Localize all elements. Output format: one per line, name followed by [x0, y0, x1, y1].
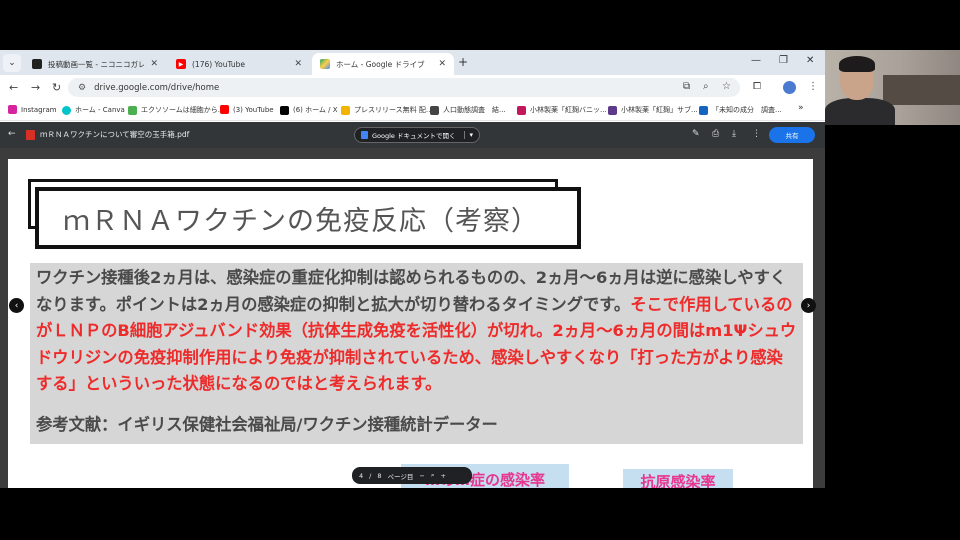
new-tab-button[interactable]: +: [458, 55, 468, 69]
bookmark-item[interactable]: 「未知の成分 調査...: [699, 105, 782, 115]
bookmark-item[interactable]: 小林製薬「紅麹バニッ...: [517, 105, 607, 115]
bookmark-item[interactable]: (3) YouTube: [220, 105, 274, 114]
instagram-icon: [8, 105, 17, 114]
extensions-icon[interactable]: ⧠: [753, 81, 761, 92]
profile-avatar[interactable]: [783, 81, 796, 94]
tab-title: 投稿動画一覧 - ニコニコガレージ: [48, 59, 145, 69]
zoom-out-icon[interactable]: −: [419, 472, 424, 480]
window-close-icon[interactable]: ✕: [806, 55, 814, 66]
forward-icon[interactable]: →: [31, 81, 40, 94]
body-text-box: ワクチン接種後2ヵ月は、感染症の重症化抑制は認められるものの、2ヵ月〜6ヵ月は逆…: [30, 263, 803, 444]
site-icon: [608, 105, 617, 115]
total-pages: 8: [377, 471, 382, 480]
google-drive-icon: [320, 59, 330, 69]
restore-icon[interactable]: ❐: [779, 55, 788, 66]
more-options-icon[interactable]: ⋮: [752, 129, 761, 139]
pdf-viewer: ← ｍＲＮＡワクチンについて審空の玉手箱.pdf Google ドキュメントで開…: [0, 122, 825, 488]
share-button[interactable]: 共有: [769, 127, 815, 143]
chevron-down-icon[interactable]: ▾: [463, 131, 473, 139]
site-icon: [430, 105, 439, 115]
canva-icon: [62, 105, 71, 115]
bookmark-item[interactable]: エクソソームは細胞から...: [128, 105, 224, 115]
youtube-icon: [220, 105, 229, 114]
site-icon: [517, 105, 526, 115]
bookmark-item[interactable]: プレスリリース無料 配...: [341, 105, 433, 115]
address-bar[interactable]: ⚙ drive.google.com/drive/home: [68, 78, 740, 97]
tab-search-button[interactable]: ⌄: [3, 54, 21, 72]
webcam-overlay: [825, 50, 960, 125]
tab-google-drive[interactable]: ホーム - Google ドライブ ✕: [312, 53, 454, 75]
page-label: ページ目: [387, 472, 414, 481]
tab-strip: ⌄ 投稿動画一覧 - ニコニコガレージ ✕ ▶ (176) YouTube ✕ …: [0, 50, 825, 75]
google-docs-icon: [361, 131, 368, 139]
toolbar: ← → ↻ ⚙ drive.google.com/drive/home ⧉ ⌕ …: [0, 75, 825, 100]
screen: ⌄ 投稿動画一覧 - ニコニコガレージ ✕ ▶ (176) YouTube ✕ …: [0, 0, 960, 540]
back-icon[interactable]: ←: [9, 81, 18, 94]
bookmark-item[interactable]: (6) ホーム / X: [280, 105, 338, 115]
slide-title: ｍＲＮＡワクチンの免疫反応（考察）: [63, 205, 539, 237]
install-app-icon[interactable]: ⧉: [683, 81, 690, 92]
add-comment-icon[interactable]: ✎: [692, 129, 700, 139]
site-icon: [699, 105, 708, 115]
reload-icon[interactable]: ↻: [52, 81, 61, 94]
back-icon[interactable]: ←: [8, 129, 16, 139]
zoom-in-icon[interactable]: +: [440, 472, 445, 480]
page-controls: 4 / 8 ページ目 − ⌕ +: [352, 467, 472, 484]
bookmark-star-icon[interactable]: ☆: [722, 81, 731, 92]
site-icon: [341, 105, 350, 115]
x-icon: [280, 105, 289, 115]
close-icon[interactable]: ✕: [438, 59, 446, 69]
bookmark-item[interactable]: 人口動態調査 結...: [430, 105, 506, 115]
bookmark-item[interactable]: Instagram: [8, 105, 57, 114]
bookmarks-bar: Instagram ホーム - Canva エクソソームは細胞から... (3)…: [0, 100, 825, 121]
next-page-arrow[interactable]: ›: [801, 298, 816, 313]
body-paragraph: ワクチン接種後2ヵ月は、感染症の重症化抑制は認められるものの、2ヵ月〜6ヵ月は逆…: [36, 265, 797, 398]
youtube-icon: ▶: [176, 59, 186, 69]
bookmark-item[interactable]: 小林製薬「紅麹」サブ...: [608, 105, 698, 115]
tab-title: (176) YouTube: [192, 59, 246, 69]
pdf-page: ｍＲＮＡワクチンの免疫反応（考察） ワクチン接種後2ヵ月は、感染症の重症化抑制は…: [8, 159, 813, 488]
current-page[interactable]: 4: [359, 472, 363, 480]
niconico-icon: [32, 59, 42, 69]
title-frame: ｍＲＮＡワクチンの免疫反応（考察）: [35, 187, 581, 249]
minimize-icon[interactable]: —: [751, 55, 761, 66]
file-name: ｍＲＮＡワクチンについて審空の玉手箱.pdf: [40, 130, 190, 139]
open-with-docs-button[interactable]: Google ドキュメントで開く ▾: [354, 127, 481, 143]
more-bookmarks-icon[interactable]: »: [798, 103, 804, 113]
close-icon[interactable]: ✕: [150, 59, 158, 69]
tab-youtube[interactable]: ▶ (176) YouTube ✕: [168, 53, 310, 75]
bottom-label-antigen: 抗原感染率: [623, 469, 733, 488]
viewer-toolbar: ← ｍＲＮＡワクチンについて審空の玉手箱.pdf Google ドキュメントで開…: [0, 122, 825, 148]
zoom-icon[interactable]: ⌕: [431, 471, 435, 480]
pdf-icon: [26, 130, 35, 140]
previous-page-arrow[interactable]: ‹: [9, 298, 24, 313]
browser-window: ⌄ 投稿動画一覧 - ニコニコガレージ ✕ ▶ (176) YouTube ✕ …: [0, 50, 825, 488]
site-icon: [128, 105, 137, 115]
reference-text: 参考文献：イギリス保健社会福祉局/ワクチン接種統計データー: [36, 414, 498, 434]
tab-title: ホーム - Google ドライブ: [336, 59, 425, 69]
close-icon[interactable]: ✕: [294, 59, 302, 69]
menu-icon[interactable]: ⋮: [808, 81, 818, 92]
url-text: drive.google.com/drive/home: [94, 82, 220, 93]
print-icon[interactable]: ⎙: [712, 129, 719, 139]
download-icon[interactable]: ⤓: [732, 129, 736, 139]
tab-niconico[interactable]: 投稿動画一覧 - ニコニコガレージ ✕: [24, 53, 166, 75]
zoom-icon[interactable]: ⌕: [703, 81, 709, 92]
site-info-icon[interactable]: ⚙: [78, 83, 86, 93]
bookmark-item[interactable]: ホーム - Canva: [62, 105, 125, 115]
